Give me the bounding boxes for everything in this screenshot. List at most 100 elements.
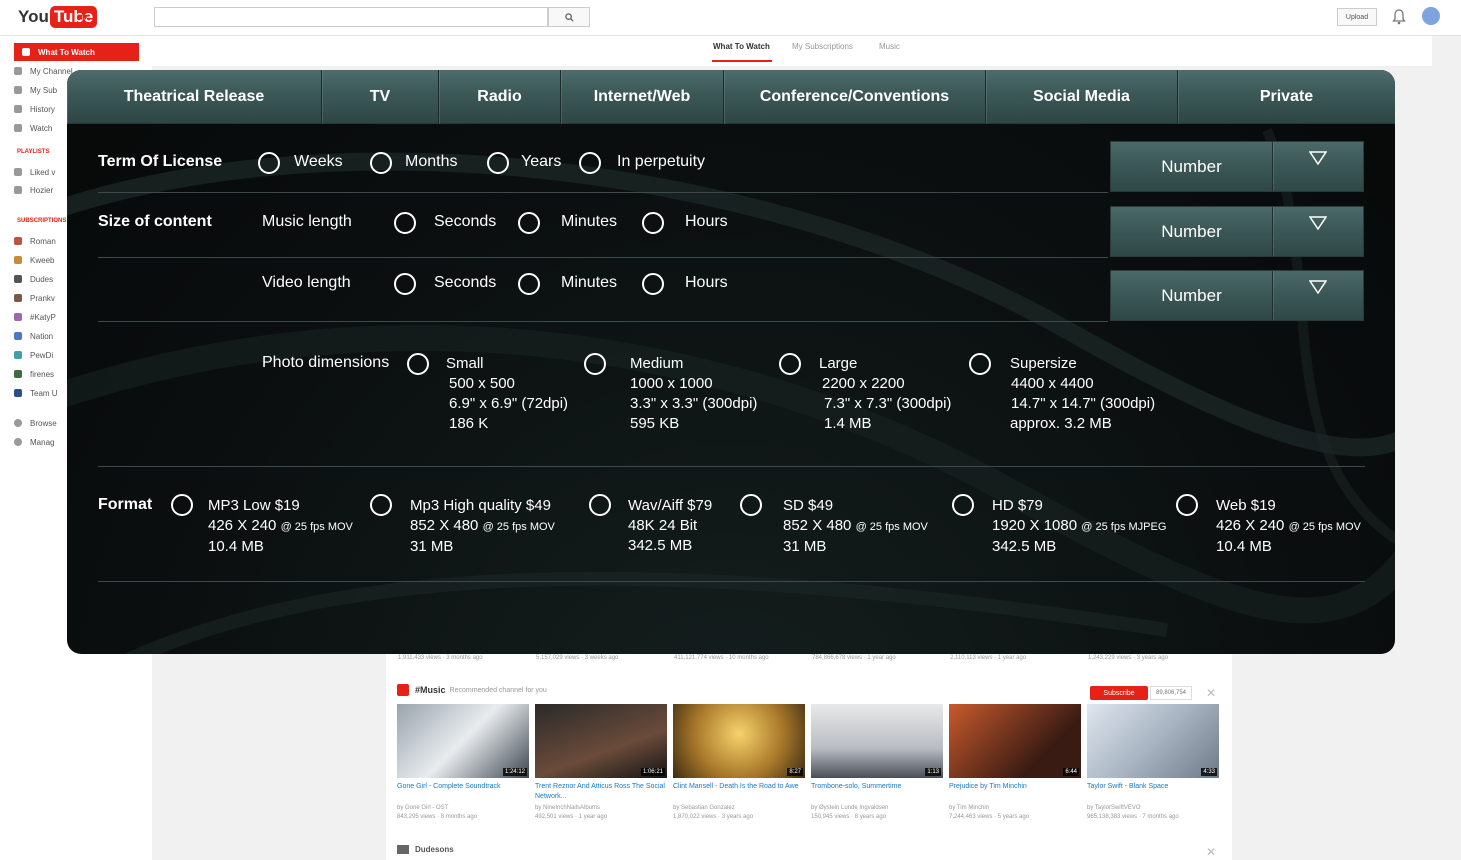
close-icon[interactable]: ✕ <box>1206 686 1216 700</box>
sidebar-item-what-to-watch[interactable]: What To Watch <box>14 43 139 61</box>
photo-option-name[interactable]: Small <box>446 354 568 374</box>
sidebar-sub-item[interactable]: Dudes <box>14 270 53 288</box>
tab-what-to-watch[interactable]: What To Watch <box>713 42 770 51</box>
tab-my-subscriptions[interactable]: My Subscriptions <box>792 42 853 51</box>
sidebar-playlist-hozier[interactable]: Hozier <box>14 181 53 199</box>
format-option-name[interactable]: SD $49 <box>783 496 928 516</box>
tab-radio[interactable]: Radio <box>439 70 561 124</box>
guide-menu-icon[interactable]: ■▾ <box>77 12 88 23</box>
tab-internet-web[interactable]: Internet/Web <box>561 70 724 124</box>
notifications-bell-icon[interactable] <box>1392 9 1406 25</box>
photo-option-name[interactable]: Medium <box>630 354 757 374</box>
video-hours-radio[interactable] <box>642 273 664 295</box>
video-title[interactable]: Taylor Swift - Blank Space <box>1087 782 1219 792</box>
video-title[interactable]: Clint Mansell - Death Is the Road to Awe <box>673 782 805 792</box>
video-thumbnail[interactable]: 6:44 <box>949 704 1081 778</box>
user-avatar[interactable] <box>1422 7 1440 25</box>
sidebar-sub-item[interactable]: Team U <box>14 384 58 402</box>
format-mp3-low-radio[interactable] <box>171 494 193 516</box>
format-option-name[interactable]: Web $19 <box>1216 496 1361 516</box>
term-weeks-label[interactable]: Weeks <box>294 153 343 171</box>
tab-tv[interactable]: TV <box>322 70 439 124</box>
format-option-name[interactable]: Mp3 High quality $49 <box>410 496 555 516</box>
sidebar-manage-subscriptions[interactable]: Manag <box>14 433 54 451</box>
music-hours-radio[interactable] <box>642 212 664 234</box>
sidebar-item-my-subscriptions[interactable]: My Sub <box>14 81 57 99</box>
video-minutes-label[interactable]: Minutes <box>561 274 617 292</box>
term-perpetuity-radio[interactable] <box>579 152 601 174</box>
video-minutes-radio[interactable] <box>518 273 540 295</box>
sidebar-sub-item[interactable]: Kweeb <box>14 251 54 269</box>
sidebar-sub-item[interactable]: Nation <box>14 327 53 345</box>
music-minutes-radio[interactable] <box>518 212 540 234</box>
format-sd-radio[interactable] <box>740 494 762 516</box>
music-seconds-radio[interactable] <box>394 212 416 234</box>
search-input[interactable] <box>154 7 548 27</box>
sidebar-sub-item[interactable]: #KatyP <box>14 308 56 326</box>
format-option-name[interactable]: HD $79 <box>992 496 1166 516</box>
music-seconds-label[interactable]: Seconds <box>434 213 496 231</box>
video-title[interactable]: Prejudice by Tim Minchin <box>949 782 1081 792</box>
term-years-label[interactable]: Years <box>521 153 561 171</box>
video-title[interactable]: Trent Reznor And Atticus Ross The Social… <box>535 782 667 802</box>
photo-option-name[interactable]: Supersize <box>1010 354 1155 374</box>
format-mp3-high-radio[interactable] <box>370 494 392 516</box>
photo-option-name[interactable]: Large <box>819 354 951 374</box>
dropdown-arrow[interactable] <box>1273 142 1363 191</box>
video-seconds-label[interactable]: Seconds <box>434 274 496 292</box>
video-thumbnail[interactable]: 1:24:12 <box>397 704 529 778</box>
sidebar-playlist-liked[interactable]: Liked v <box>14 163 55 181</box>
sidebar-sub-item[interactable]: Roman <box>14 232 56 250</box>
video-channel[interactable]: by Tim Minchin <box>949 804 1081 813</box>
tab-music[interactable]: Music <box>879 42 900 51</box>
close-icon[interactable]: ✕ <box>1206 845 1216 859</box>
shelf-title[interactable]: Dudesons <box>415 845 454 854</box>
sidebar-sub-item[interactable]: Prankv <box>14 289 55 307</box>
video-thumbnail[interactable]: 8:27 <box>673 704 805 778</box>
photo-large-radio[interactable] <box>779 353 801 375</box>
video-title[interactable]: Gone Girl - Complete Soundtrack <box>397 782 529 792</box>
video-channel[interactable]: by TaylorSwiftVEVO <box>1087 804 1219 813</box>
photo-supersize-radio[interactable] <box>969 353 991 375</box>
sidebar-item-watch-later[interactable]: Watch <box>14 119 52 137</box>
video-thumbnail[interactable]: 1:06:21 <box>535 704 667 778</box>
video-title[interactable]: Trombone-solo, Summertime <box>811 782 943 792</box>
dropdown-arrow[interactable] <box>1273 271 1363 320</box>
term-perpetuity-label[interactable]: In perpetuity <box>617 153 705 171</box>
photo-medium-radio[interactable] <box>584 353 606 375</box>
tab-private[interactable]: Private <box>1178 70 1395 124</box>
music-minutes-label[interactable]: Minutes <box>561 213 617 231</box>
video-seconds-radio[interactable] <box>394 273 416 295</box>
sidebar-sub-item[interactable]: firenes <box>14 365 54 383</box>
format-wav-aiff-radio[interactable] <box>589 494 611 516</box>
sidebar-item-my-channel[interactable]: My Channel <box>14 62 73 80</box>
video-thumbnail[interactable]: 1:13 <box>811 704 943 778</box>
video-hours-label[interactable]: Hours <box>685 274 728 292</box>
format-option-name[interactable]: Wav/Aiff $79 <box>628 496 712 516</box>
search-button[interactable] <box>548 7 590 27</box>
video-channel[interactable]: by Sebastian Gonzalez <box>673 804 805 813</box>
tab-conference-conventions[interactable]: Conference/Conventions <box>724 70 986 124</box>
sidebar-sub-item[interactable]: PewDi <box>14 346 53 364</box>
sidebar-item-history[interactable]: History <box>14 100 55 118</box>
subscribe-button[interactable]: Subscribe <box>1090 686 1148 700</box>
format-hd-radio[interactable] <box>952 494 974 516</box>
video-number-select[interactable]: Number <box>1110 270 1364 321</box>
video-channel[interactable]: by NineInchNailsAlbums <box>535 804 667 813</box>
video-channel[interactable]: by Øystein Lunde Ingvaldsen <box>811 804 943 813</box>
term-years-radio[interactable] <box>487 152 509 174</box>
video-channel[interactable]: by Gone Girl - OST <box>397 804 529 813</box>
term-number-select[interactable]: Number <box>1110 141 1364 192</box>
term-months-radio[interactable] <box>370 152 392 174</box>
tab-social-media[interactable]: Social Media <box>986 70 1178 124</box>
tab-theatrical-release[interactable]: Theatrical Release <box>67 70 322 124</box>
upload-button[interactable]: Upload <box>1337 8 1377 26</box>
music-number-select[interactable]: Number <box>1110 206 1364 257</box>
music-shelf-title[interactable]: #Music <box>415 685 446 695</box>
format-option-name[interactable]: MP3 Low $19 <box>208 496 353 516</box>
photo-small-radio[interactable] <box>407 353 429 375</box>
term-weeks-radio[interactable] <box>258 152 280 174</box>
format-web-radio[interactable] <box>1176 494 1198 516</box>
video-thumbnail[interactable]: 4:33 <box>1087 704 1219 778</box>
music-hours-label[interactable]: Hours <box>685 213 728 231</box>
